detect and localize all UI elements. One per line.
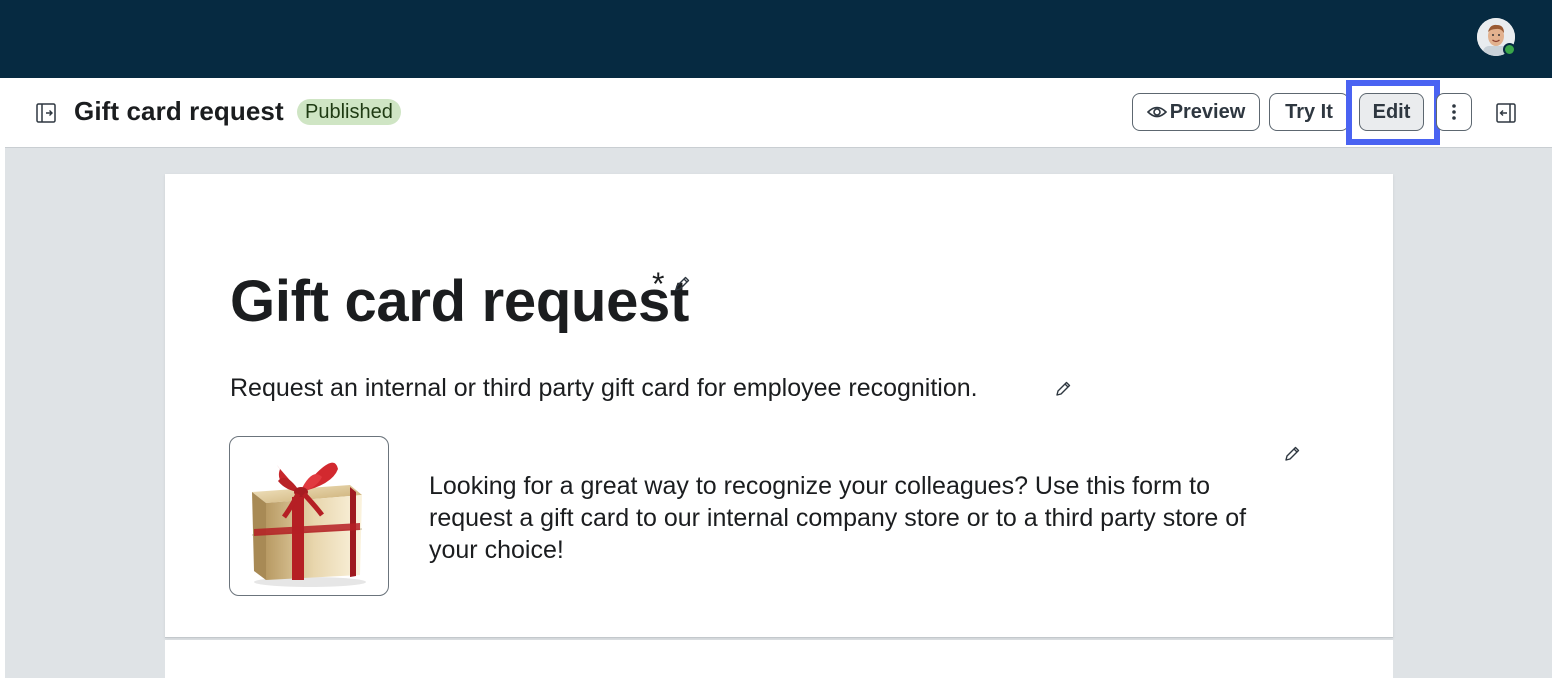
form-intro-text: Looking for a great way to recognize you… [429, 472, 1247, 564]
preview-button[interactable]: Preview [1132, 93, 1260, 131]
sidebar-toggle-button[interactable] [33, 100, 59, 126]
form-title: Gift card request [230, 269, 690, 334]
user-avatar[interactable] [1477, 18, 1516, 56]
try-it-button-label: Try It [1285, 100, 1333, 123]
eye-icon [1146, 106, 1167, 118]
form-image [229, 436, 389, 596]
form-section-card [165, 640, 1393, 678]
online-status-icon [1503, 43, 1516, 56]
title-edit-icon[interactable] [673, 275, 691, 293]
gift-box-icon [251, 462, 366, 587]
form-header-card: Gift card request * Request an internal … [165, 174, 1393, 638]
right-panel-toggle-button[interactable] [1493, 99, 1519, 127]
status-badge: Published [297, 99, 401, 125]
form-header-bar: Gift card request Published Preview Try … [5, 78, 1552, 148]
description-edit-icon[interactable] [1054, 380, 1072, 398]
left-edge [0, 78, 5, 678]
page-title: Gift card request [74, 96, 284, 126]
intro-edit-icon[interactable] [1283, 445, 1301, 463]
top-navigation-bar [0, 0, 1552, 78]
edit-button-label: Edit [1372, 100, 1411, 123]
pencil-icon [1056, 381, 1071, 396]
panel-collapse-icon [1496, 103, 1516, 123]
edit-button[interactable]: Edit [1359, 93, 1424, 131]
pencil-icon [1285, 446, 1300, 461]
form-description: Request an internal or third party gift … [230, 374, 978, 402]
preview-button-label: Preview [1169, 100, 1246, 123]
try-it-button[interactable]: Try It [1269, 93, 1349, 131]
required-indicator: * [652, 266, 665, 302]
vertical-ellipsis-icon [1452, 104, 1456, 120]
more-options-button[interactable] [1436, 93, 1472, 131]
sidebar-expand-icon [36, 103, 56, 123]
pencil-icon [675, 276, 690, 291]
